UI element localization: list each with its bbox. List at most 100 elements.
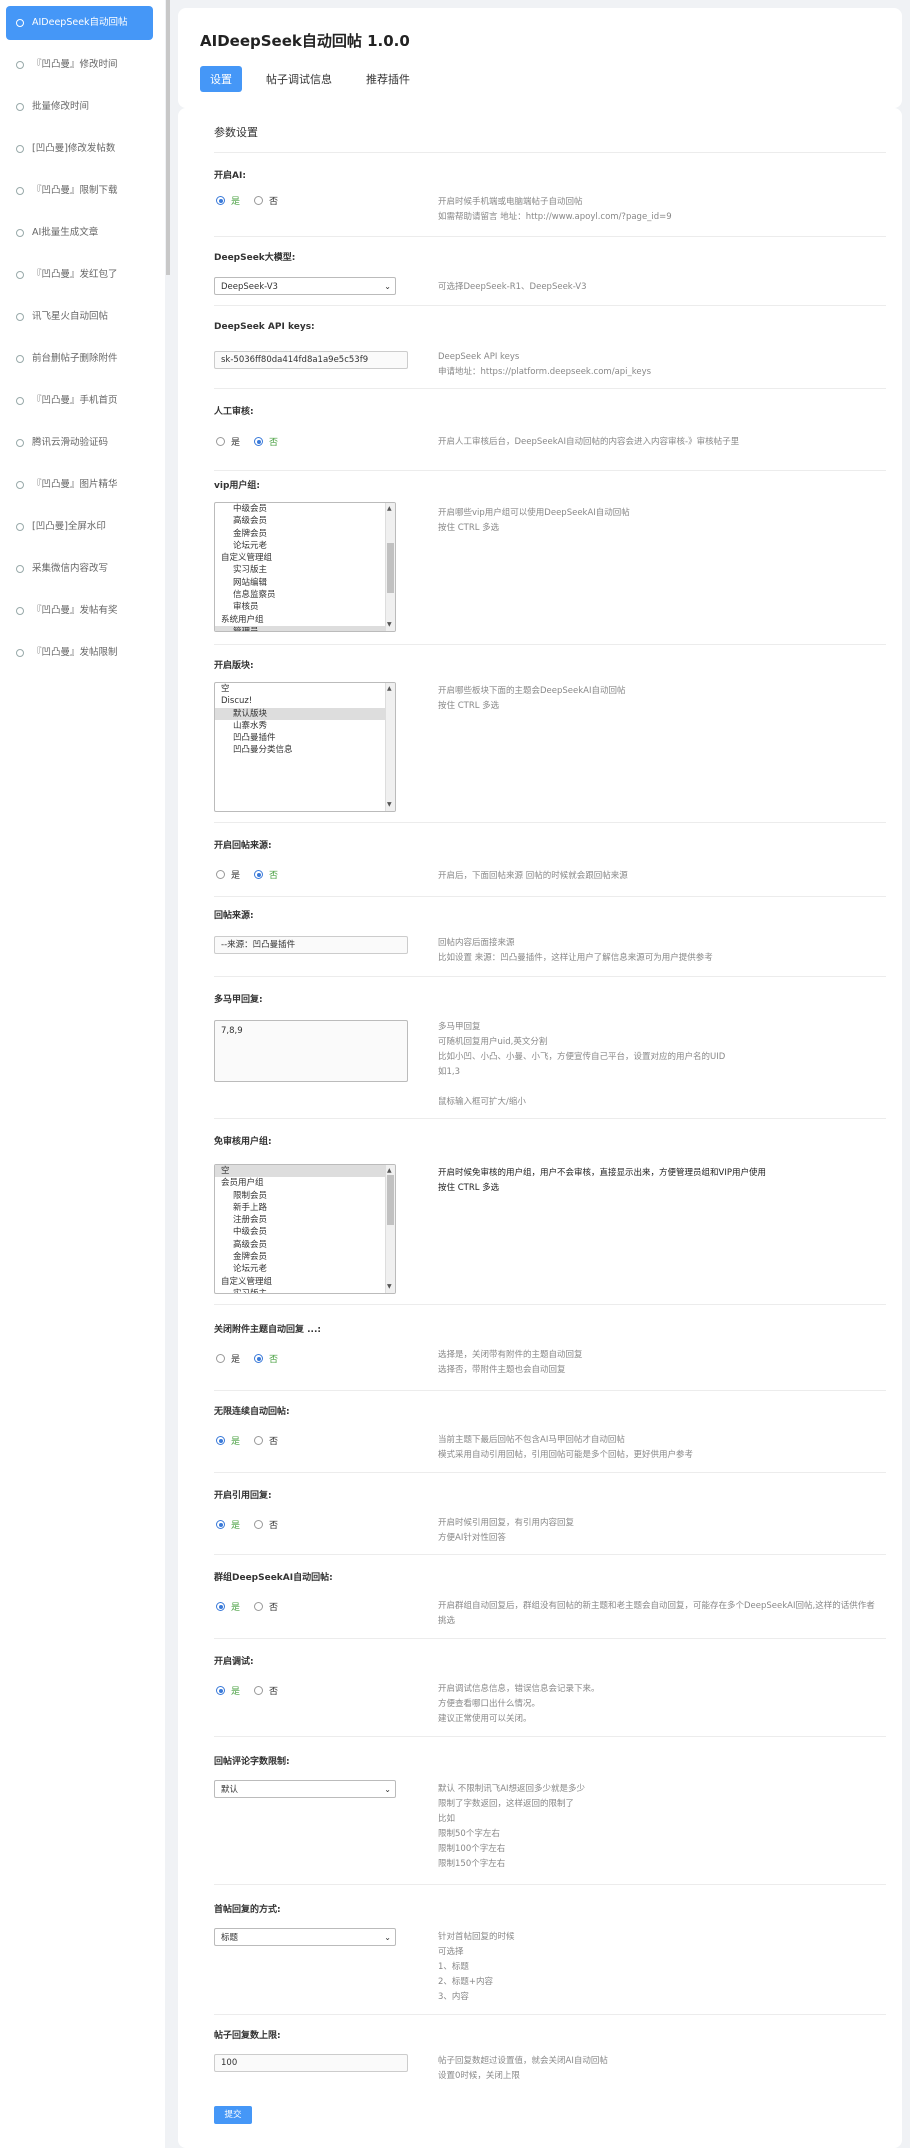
listbox-option[interactable]: 中级会员 xyxy=(215,503,395,515)
radio-label-no: 否 xyxy=(269,1521,279,1531)
listbox-option[interactable]: 默认版块 xyxy=(215,707,395,720)
scroll-down-icon[interactable]: ▼ xyxy=(387,801,392,809)
sidebar-item[interactable]: 前台删帖子删除附件 xyxy=(6,342,153,376)
quote-yes-radio[interactable] xyxy=(216,1520,225,1529)
listbox-option[interactable]: 网站编辑 xyxy=(215,577,395,589)
reply-source-enable-label: 开启回帖来源: xyxy=(214,841,272,851)
tab-recommended-plugins[interactable]: 推荐插件 xyxy=(356,66,420,92)
listbox-option[interactable]: 论坛元老 xyxy=(215,540,395,552)
max-replies-input[interactable]: 100 xyxy=(214,2054,408,2072)
quote-radio-group: 是 否 xyxy=(216,1518,286,1531)
enable-ai-yes-radio[interactable] xyxy=(216,196,225,205)
manual-review-tip: 开启人工审核后台，DeepSeekAI自动回帖的内容会进入内容审核-》审核帖子里 xyxy=(438,437,740,447)
tip-line: 开启调试信息信息，错误信息会记录下来。 xyxy=(438,1684,600,1694)
listbox-option[interactable]: 限制会员 xyxy=(215,1190,395,1202)
tip-line: 当前主题下最后回帖不包含AI马甲回帖才自动回帖 xyxy=(438,1435,625,1445)
sidebar-item[interactable]: 讯飞星火自动回帖 xyxy=(6,300,153,334)
sidebar-item[interactable]: 『凹凸曼』发帖限制 xyxy=(6,636,153,670)
unlimited-yes-radio[interactable] xyxy=(216,1436,225,1445)
reply-source-no-radio[interactable] xyxy=(254,870,264,879)
exempt-groups-listbox[interactable]: ▲ ▼ 空会员用户组 限制会员 新手上路 注册会员 中级会员 高级会员 金牌会员 论坛元老 自定义管… xyxy=(214,1164,396,1294)
listbox-option[interactable]: 会员用户组 xyxy=(215,1177,395,1189)
quote-label: 开启引用回复: xyxy=(214,1491,272,1501)
listbox-option[interactable]: 自定义管理组 xyxy=(215,552,395,564)
unlimited-no-radio[interactable] xyxy=(254,1436,264,1445)
sidebar-item[interactable]: [凹凸曼]修改发帖数 xyxy=(6,132,153,166)
listbox-option[interactable]: 金牌会员 xyxy=(215,528,395,540)
submit-button[interactable]: 提交 xyxy=(214,2106,252,2124)
tip-line: 开启时候引用回复，有引用内容回复 xyxy=(438,1518,575,1528)
reply-source-input[interactable]: --来源：凹凸曼插件 xyxy=(214,936,408,954)
listbox-option[interactable]: 凹凸曼分类信息 xyxy=(215,744,395,756)
sidebar-item[interactable]: 『凹凸曼』发帖有奖 xyxy=(6,594,153,628)
attach-close-yes-radio[interactable] xyxy=(216,1354,225,1363)
listbox-option[interactable]: 信息监察员 xyxy=(215,589,395,601)
sidebar-item[interactable]: AI批量生成文章 xyxy=(6,216,153,250)
listbox-scrollbar[interactable]: ▲ ▼ xyxy=(385,503,395,631)
group-no-radio[interactable] xyxy=(254,1602,264,1611)
listbox-option[interactable]: 自定义管理组 xyxy=(215,1276,395,1288)
listbox-option[interactable]: 中级会员 xyxy=(215,1226,395,1238)
listbox-scrollbar[interactable]: ▲ ▼ xyxy=(385,683,395,811)
word-limit-select[interactable]: 默认 ⌄ xyxy=(214,1780,396,1798)
listbox-option[interactable]: 系统用户组 xyxy=(215,614,395,626)
quote-no-radio[interactable] xyxy=(254,1520,264,1529)
listbox-option[interactable]: 论坛元老 xyxy=(215,1263,395,1275)
reply-source-yes-radio[interactable] xyxy=(216,870,225,879)
sidebar-item[interactable]: 『凹凸曼』修改时间 xyxy=(6,48,153,82)
divider xyxy=(214,644,886,645)
tip-line: 开启群组自动回复后，群组没有回帖的新主题和老主题会自动回复，可能存在多个Deep… xyxy=(438,1601,875,1611)
scroll-down-icon[interactable]: ▼ xyxy=(387,621,392,629)
listbox-option[interactable]: 高级会员 xyxy=(215,1239,395,1251)
vip-groups-listbox[interactable]: ▲ ▼ 中级会员 高级会员 金牌会员 论坛元老 自定义管理组 实习版主 网站编辑 信息监察员 审核员… xyxy=(214,502,396,632)
listbox-option[interactable]: 注册会员 xyxy=(215,1214,395,1226)
model-select[interactable]: DeepSeek-V3 ⌄ xyxy=(214,277,396,295)
scroll-up-icon[interactable]: ▲ xyxy=(387,505,392,513)
forums-listbox[interactable]: ▲ ▼ 空 Discuz! 默认版块 山寨水秀 凹凸曼插件 凹凸曼分类信息 xyxy=(214,682,396,812)
enable-ai-no-radio[interactable] xyxy=(254,196,264,205)
listbox-option[interactable]: 空 xyxy=(215,683,395,695)
api-key-input[interactable]: sk-5036ff80da414fd8a1a9e5c53f9 xyxy=(214,351,408,369)
sidebar-item[interactable]: 批量修改时间 xyxy=(6,90,153,124)
scroll-up-icon[interactable]: ▲ xyxy=(387,1167,392,1175)
scroll-up-icon[interactable]: ▲ xyxy=(387,685,392,693)
sidebar-scrollbar[interactable] xyxy=(166,0,170,275)
listbox-option[interactable]: Discuz! xyxy=(215,695,395,707)
multi-reply-textarea[interactable]: 7,8,9 xyxy=(214,1020,408,1082)
listbox-option[interactable]: 实习版主 xyxy=(215,564,395,576)
debug-yes-radio[interactable] xyxy=(216,1686,225,1695)
listbox-option[interactable]: 高级会员 xyxy=(215,515,395,527)
group-yes-radio[interactable] xyxy=(216,1602,225,1611)
manual-review-no-radio[interactable] xyxy=(254,437,264,446)
sidebar-item[interactable]: 『凹凸曼』手机首页 xyxy=(6,384,153,418)
debug-no-radio[interactable] xyxy=(254,1686,264,1695)
listbox-option[interactable]: 管理员 xyxy=(215,625,395,631)
tip-line: 比如设置 来源：凹凸曼插件，这样让用户了解信息来源可为用户提供参考 xyxy=(438,953,713,963)
listbox-option[interactable]: 新手上路 xyxy=(215,1202,395,1214)
first-reply-select[interactable]: 标题 ⌄ xyxy=(214,1928,396,1946)
sidebar-item[interactable]: 采集微信内容改写 xyxy=(6,552,153,586)
listbox-option[interactable]: 凹凸曼插件 xyxy=(215,732,395,744)
circle-icon xyxy=(16,229,24,237)
scroll-down-icon[interactable]: ▼ xyxy=(387,1283,392,1291)
attach-close-no-radio[interactable] xyxy=(254,1354,264,1363)
attach-close-label: 关闭附件主题自动回复 ...: xyxy=(214,1325,321,1335)
sidebar-item[interactable]: 腾讯云滑动验证码 xyxy=(6,426,153,460)
sidebar-item[interactable]: AIDeepSeek自动回帖 xyxy=(6,6,153,40)
sidebar-item[interactable]: [凹凸曼]全屏水印 xyxy=(6,510,153,544)
group-radio-group: 是 否 xyxy=(216,1600,286,1613)
listbox-option[interactable]: 山寨水秀 xyxy=(215,720,395,732)
listbox-option[interactable]: 实习版主 xyxy=(215,1288,395,1293)
page-title: AIDeepSeek自动回帖 1.0.0 xyxy=(200,32,410,50)
sidebar-item[interactable]: 『凹凸曼』发红包了 xyxy=(6,258,153,292)
sidebar-item[interactable]: 『凹凸曼』图片精华 xyxy=(6,468,153,502)
tab-debug-info[interactable]: 帖子调试信息 xyxy=(256,66,342,92)
manual-review-yes-radio[interactable] xyxy=(216,437,225,446)
listbox-scrollbar[interactable]: ▲ ▼ xyxy=(385,1165,395,1293)
listbox-option[interactable]: 空 xyxy=(215,1165,395,1178)
listbox-option[interactable]: 金牌会员 xyxy=(215,1251,395,1263)
sidebar-item[interactable]: 『凹凸曼』限制下载 xyxy=(6,174,153,208)
tab-settings[interactable]: 设置 xyxy=(200,66,242,92)
listbox-option[interactable]: 审核员 xyxy=(215,601,395,613)
tip-line: 如需帮助请留言 地址：http://www.apoyl.com/?page_id… xyxy=(438,212,672,222)
